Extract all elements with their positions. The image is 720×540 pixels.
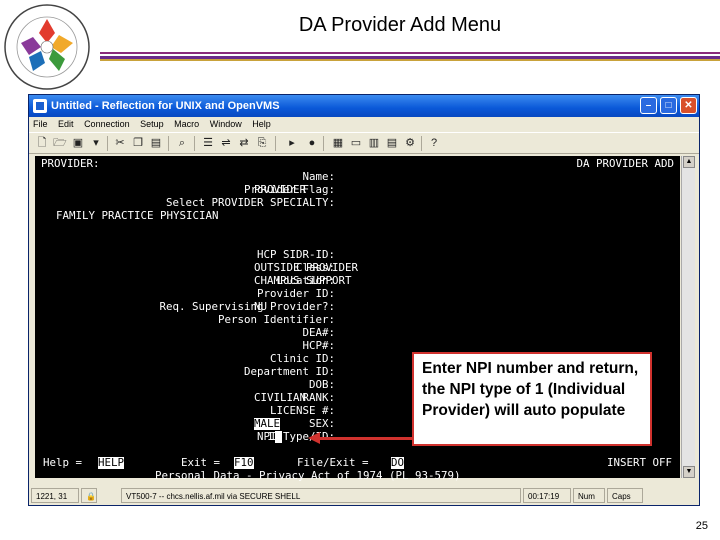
provider-flag-value[interactable]: PROVIDER [254, 184, 306, 196]
record-macro-icon[interactable]: ● [305, 137, 319, 150]
callout-arrow [316, 437, 412, 440]
find-icon[interactable]: ⌕ [175, 137, 189, 150]
field-label: Clinic ID: [269, 352, 335, 365]
menu-file[interactable]: File [33, 119, 48, 129]
field-label: Person Identifier: [217, 313, 335, 326]
num-lock-indicator: Num [573, 488, 605, 503]
toolbar-separator [194, 136, 195, 151]
annotation-callout: Enter NPI number and return, the NPI typ… [412, 352, 652, 446]
close-button[interactable]: ✕ [680, 97, 697, 114]
dropdown-icon[interactable]: ▾ [89, 137, 103, 150]
exit-label: Exit = [181, 456, 221, 469]
cursor-position: 1221, 31 [31, 488, 79, 503]
window-title: Untitled - Reflection for UNIX and OpenV… [51, 100, 280, 112]
screen-header-right: DA PROVIDER ADD [576, 157, 674, 170]
field-label: Req. Supervising Provider?: [159, 300, 335, 313]
menu-connection[interactable]: Connection [84, 119, 130, 129]
field-label: DEA#: [302, 326, 335, 339]
screen-header-left: PROVIDER: [41, 157, 100, 170]
specialty-label: Select PROVIDER SPECIALTY: [165, 196, 335, 209]
menu-edit[interactable]: Edit [58, 119, 74, 129]
help-label: Help = [43, 456, 83, 469]
scroll-up-icon[interactable]: ▲ [683, 156, 695, 168]
keyboard-map-icon[interactable]: ▦ [331, 137, 345, 150]
paste-icon[interactable]: ▤ [149, 137, 163, 150]
toolbar-separator [421, 136, 422, 151]
field-label: HCP#: [302, 339, 335, 352]
field-label: LICENSE #: [269, 404, 335, 417]
sex-value[interactable]: MALE [254, 418, 281, 430]
toolbar-separator [107, 136, 108, 151]
play-macro-icon[interactable]: ▸ [285, 137, 299, 150]
toolbar-separator [275, 136, 276, 151]
req-supervising-value[interactable]: NU [254, 301, 267, 313]
insert-status: INSERT OFF [606, 456, 672, 469]
file-exit-label: File/Exit = [297, 456, 369, 469]
field-label: Provider ID: [256, 287, 335, 300]
menu-setup[interactable]: Setup [140, 119, 164, 129]
status-bar: 1221, 31 🔒 VT500-7 -- chcs.nellis.af.mil… [29, 487, 699, 505]
vertical-scrollbar[interactable]: ▲ ▼ [681, 156, 695, 478]
page-number: 25 [695, 520, 708, 532]
window-titlebar[interactable]: Untitled - Reflection for UNIX and OpenV… [29, 95, 699, 117]
title-divider [100, 59, 720, 61]
rank-value[interactable]: CIVILIAN [254, 392, 306, 404]
name-label: Name: [302, 170, 335, 183]
toolbar-separator [168, 136, 169, 151]
copy-icon[interactable]: ❐ [131, 137, 145, 150]
title-divider [100, 52, 720, 54]
exit-key[interactable]: F10 [234, 457, 254, 469]
menu-macro[interactable]: Macro [174, 119, 199, 129]
lock-icon: 🔒 [81, 488, 97, 503]
disconnect-icon[interactable]: ⇄ [237, 137, 251, 150]
file-exit-key[interactable]: DO [391, 457, 405, 469]
menu-bar: File Edit Connection Setup Macro Window … [29, 117, 699, 132]
toolbar-separator [323, 136, 324, 151]
help-key[interactable]: HELP [98, 457, 125, 469]
scroll-down-icon[interactable]: ▼ [683, 466, 695, 478]
specialty-value: FAMILY PRACTICE PHYSICIAN [56, 209, 219, 222]
open-folder-icon[interactable]: 🗁 [53, 137, 67, 150]
callout-arrow-head [308, 432, 320, 444]
field-label: RANK: [302, 391, 335, 404]
menu-help[interactable]: Help [252, 119, 271, 129]
context-help-icon[interactable]: ? [427, 137, 441, 150]
field-label: DOB: [308, 378, 335, 391]
session-time: 00:17:19 [523, 488, 571, 503]
maximize-button[interactable]: □ [660, 97, 677, 114]
color-setup-icon[interactable]: ▥ [367, 137, 381, 150]
field-label: HCP SIDR-ID: [256, 248, 335, 261]
menu-window[interactable]: Window [210, 119, 242, 129]
save-icon[interactable]: ▣ [71, 137, 85, 150]
location-value[interactable]: CHAMPUS SUPPORT [254, 275, 352, 287]
privacy-notice: Personal Data - Privacy Act of 1974 (PL … [155, 469, 461, 482]
new-file-icon[interactable]: 🗋 [35, 137, 49, 150]
minimize-button[interactable]: – [640, 97, 657, 114]
class-value[interactable]: OUTSIDE PROVIDER [254, 262, 358, 274]
toolbar: 🗋 🗁 ▣ ▾ ✂ ❐ ▤ ⌕ ☰ ⇌ ⇄ ⎘ ▸ ● ▦ ▭ ▥ ▤ ⚙ ? [29, 132, 699, 154]
field-label: Department ID: [243, 365, 335, 378]
settings-icon[interactable]: ⚙ [403, 137, 417, 150]
display-setup-icon[interactable]: ▭ [349, 137, 363, 150]
cut-icon[interactable]: ✂ [113, 137, 127, 150]
npi-type-value[interactable]: 1 [267, 431, 274, 443]
text-cursor [275, 431, 282, 443]
slide-title: DA Provider Add Menu [298, 14, 502, 36]
caps-lock-indicator: Caps [607, 488, 643, 503]
app-icon [33, 99, 47, 113]
terminal-setup-icon[interactable]: ▤ [385, 137, 399, 150]
session-info: VT500-7 -- chcs.nellis.af.mil via SECURE… [121, 488, 521, 503]
connect-icon[interactable]: ⇌ [219, 137, 233, 150]
properties-icon[interactable]: ☰ [201, 137, 215, 150]
field-label: SEX: [308, 417, 335, 430]
transfer-icon[interactable]: ⎘ [255, 137, 269, 150]
